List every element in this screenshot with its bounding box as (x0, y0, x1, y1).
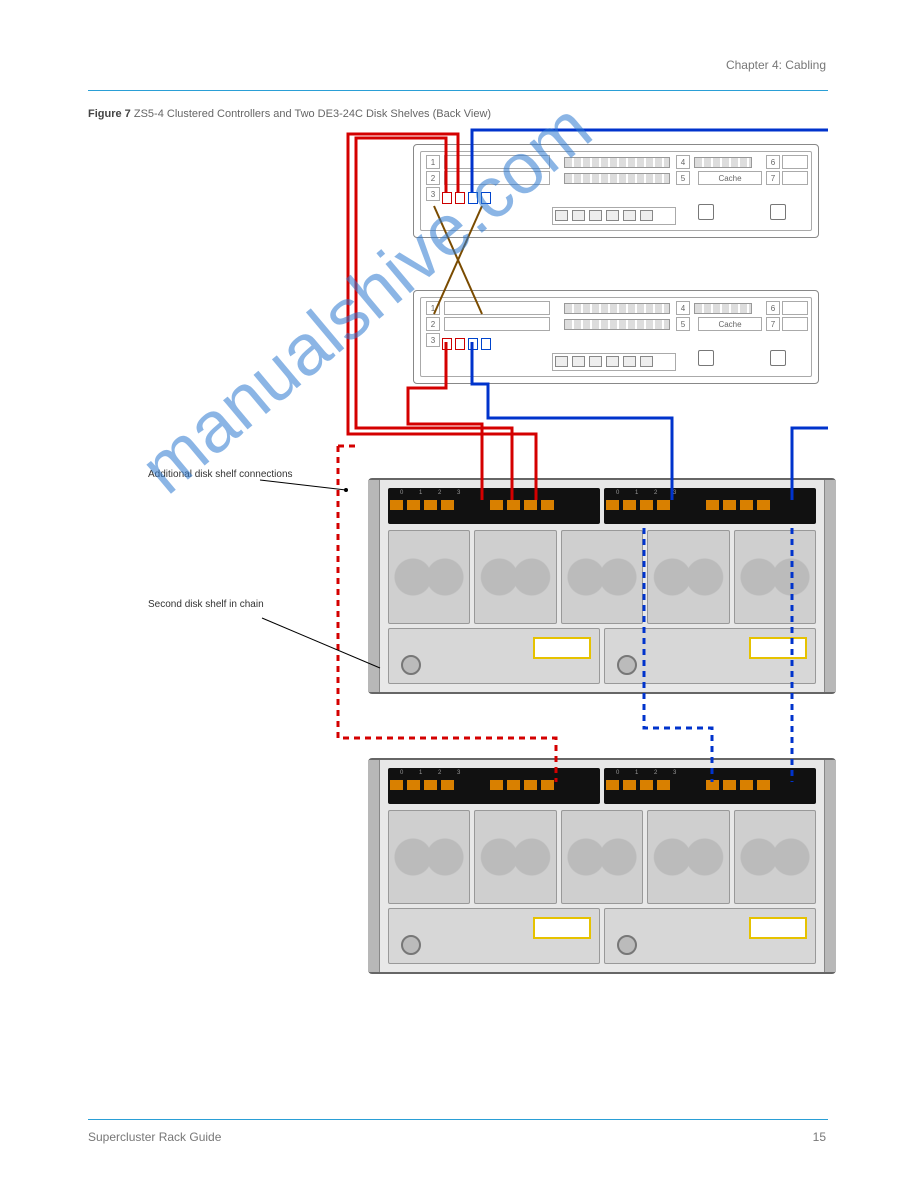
controller-top: 1 2 3 4 5 Cache 6 7 (413, 144, 819, 238)
slot-2-card (444, 317, 550, 331)
slot-1: 1 (426, 155, 440, 169)
slot-7: 7 (766, 171, 780, 185)
slot-7: 7 (766, 317, 780, 331)
slot-6: 6 (766, 301, 780, 315)
cache-module: Cache (698, 317, 762, 331)
slot-1-card (444, 301, 550, 315)
slot-6-card (782, 155, 808, 169)
slot-4: 4 (676, 301, 690, 315)
footer-title: Supercluster Rack Guide (88, 1130, 221, 1144)
io-module-a: 0 1 2 3 (388, 768, 600, 804)
slot-3: 3 (426, 333, 440, 347)
header-chapter: Chapter 4: Cabling (726, 58, 826, 72)
figure-caption: Figure 7 ZS5-4 Clustered Controllers and… (88, 108, 491, 120)
hba-ports-left (442, 191, 496, 205)
power-plug-2 (770, 204, 786, 220)
cache-module: Cache (698, 171, 762, 185)
page-number: 15 (813, 1130, 826, 1144)
slot-2: 2 (426, 171, 440, 185)
slot-3: 3 (426, 187, 440, 201)
figure-caption-text: ZS5-4 Clustered Controllers and Two DE3-… (134, 108, 491, 120)
disk-shelf-2: 0 1 2 3 0 1 2 3 (368, 758, 836, 974)
slot-7-card (782, 171, 808, 185)
slot-2: 2 (426, 317, 440, 331)
slot-2-card (444, 171, 550, 185)
slot-7-card (782, 317, 808, 331)
port-strip-3 (694, 157, 752, 168)
legend-second-shelf: Second disk shelf in chain (148, 598, 264, 611)
slot-6-card (782, 301, 808, 315)
io-module-a: 0 1 2 3 (388, 488, 600, 524)
power-plug-1 (698, 204, 714, 220)
slot-5: 5 (676, 171, 690, 185)
port-strip-2 (564, 319, 670, 330)
slot-1-card (444, 155, 550, 169)
top-rule (88, 90, 828, 91)
legend-additional: Additional disk shelf connections (148, 468, 293, 481)
diagram-area: 1 2 3 4 5 Cache 6 7 (88, 128, 828, 998)
network-ports (552, 207, 676, 225)
disk-shelf-1: 0 1 2 3 0 1 2 3 (368, 478, 836, 694)
bottom-rule (88, 1119, 828, 1120)
slot-6: 6 (766, 155, 780, 169)
port-strip-1 (564, 303, 670, 314)
network-ports (552, 353, 676, 371)
port-strip-1 (564, 157, 670, 168)
slot-4: 4 (676, 155, 690, 169)
figure-caption-label: Figure 7 (88, 108, 131, 120)
io-module-b: 0 1 2 3 (604, 768, 816, 804)
slot-5: 5 (676, 317, 690, 331)
port-strip-2 (564, 173, 670, 184)
power-plug-2 (770, 350, 786, 366)
power-plug-1 (698, 350, 714, 366)
hba-ports-left (442, 337, 496, 351)
io-module-b: 0 1 2 3 (604, 488, 816, 524)
controller-bottom: 1 2 3 4 5 Cache 6 7 (413, 290, 819, 384)
port-strip-3 (694, 303, 752, 314)
slot-1: 1 (426, 301, 440, 315)
